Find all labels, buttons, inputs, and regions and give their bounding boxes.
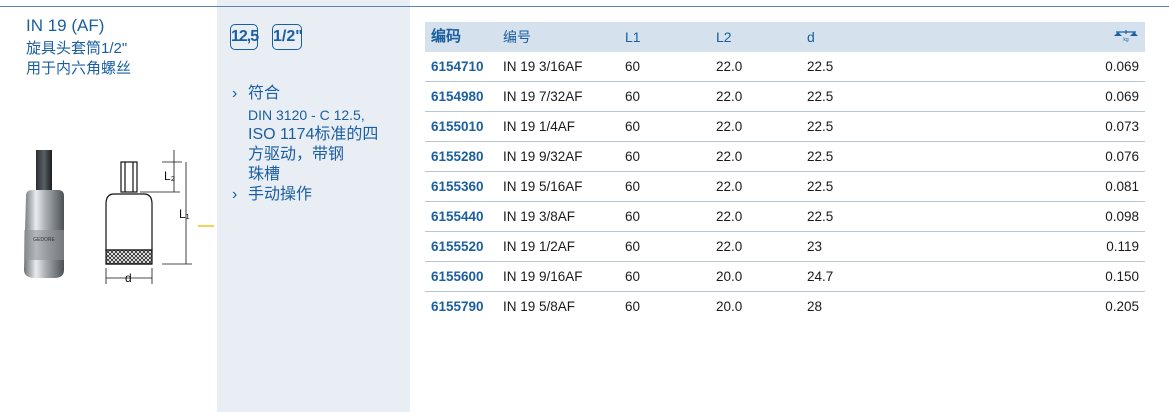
cell-name: IN 19 3/16AF [503,59,583,74]
chevron-right-icon: › [232,186,238,203]
cell-l2: 22.0 [716,239,743,254]
cell-name: IN 19 5/16AF [503,179,583,194]
cell-code: 6155520 [431,239,484,254]
cell-weight: 0.150 [1105,269,1139,284]
cell-code: 6155440 [431,209,484,224]
table-row: 6155440 IN 19 3/8AF 60 22.0 22.5 0.098 [425,202,1145,232]
cell-weight: 0.081 [1105,179,1139,194]
svg-text:GEDORE: GEDORE [33,237,55,243]
subtitle-line-2: 用于内六角螺丝 [26,60,132,77]
header-l2: L2 [716,29,732,45]
cell-weight: 0.205 [1105,299,1139,314]
cell-weight: 0.076 [1105,149,1139,164]
cell-name: IN 19 9/32AF [503,149,583,164]
cell-l1: 60 [625,149,641,164]
feature-text-line: ISO 1174标准的四 [248,126,379,143]
scale-kg-icon: kg [1113,22,1139,52]
cell-code: 6155280 [431,149,484,164]
cell-weight: 0.073 [1105,119,1139,134]
cell-l2: 22.0 [716,119,743,134]
table-row: 6155010 IN 19 1/4AF 60 22.0 22.5 0.073 [425,112,1145,142]
cell-name: IN 19 1/4AF [503,119,576,134]
cell-l1: 60 [625,119,641,134]
cell-code: 6155010 [431,119,484,134]
cell-l1: 60 [625,89,641,104]
feature-text-line: 珠槽 [248,166,281,183]
cell-d: 22.5 [807,179,834,194]
feature-text-line: DIN 3120 - C 12.5, [248,107,365,123]
cell-l2: 20.0 [716,299,743,314]
cell-l2: 22.0 [716,209,743,224]
cell-code: 6155600 [431,269,484,284]
socket-photo: GEDORE [24,150,64,278]
cell-name: IN 19 9/16AF [503,269,583,284]
cell-d: 28 [807,299,823,314]
cell-name: IN 19 5/8AF [503,299,576,314]
table-row: 6155600 IN 19 9/16AF 60 20.0 24.7 0.150 [425,262,1145,292]
cell-weight: 0.119 [1106,239,1139,254]
cell-d: 22.5 [807,119,834,134]
product-drawing: GEDORE L₂ L₁ d [24,150,214,285]
cell-weight: 0.069 [1105,59,1139,74]
table-row: 6155790 IN 19 5/8AF 60 20.0 28 0.205 [425,292,1145,322]
cell-l1: 60 [625,59,641,74]
header-d: d [807,29,815,45]
table-row: 6155520 IN 19 1/2AF 60 22.0 23 0.119 [425,232,1145,262]
cell-name: IN 19 7/32AF [503,89,583,104]
feature-text-line: 方驱动，带钢 [248,146,345,163]
cell-l2: 22.0 [716,179,743,194]
subtitle-line-1: 旋具头套筒1/2" [26,40,128,57]
cell-l2: 22.0 [716,149,743,164]
cell-d: 22.5 [807,59,834,74]
table-row: 6154980 IN 19 7/32AF 60 22.0 22.5 0.069 [425,82,1145,112]
table-row: 6154710 IN 19 3/16AF 60 22.0 22.5 0.069 [425,52,1145,82]
feature-heading: 手动操作 [248,186,313,203]
product-title: IN 19 (AF) [26,16,105,35]
cell-d: 23 [807,239,823,254]
header-code: 编码 [431,28,462,45]
chevron-right-icon: › [232,85,238,102]
feature-list: › 符合 DIN 3120 - C 12.5, ISO 1174标准的四 方驱动… [232,84,404,205]
feature-heading: 符合 [248,85,281,102]
drive-size-badge: 12,5 [230,24,259,50]
table-header: 编码 编号 L1 L2 d kg [425,22,1145,52]
dimension-label-l1: L₁ [179,207,190,221]
drive-inch-badge: 1/2" [272,24,303,50]
cell-l1: 60 [625,269,641,284]
cell-l2: 22.0 [716,89,743,104]
header-l1: L1 [625,29,641,45]
header-name: 编号 [503,29,531,45]
dimension-label-l2: L₂ [164,169,176,183]
cell-code: 6154710 [431,59,484,74]
cell-l1: 60 [625,209,641,224]
feature-item-standard: › 符合 DIN 3120 - C 12.5, ISO 1174标准的四 方驱动… [232,84,404,185]
table-body: 6154710 IN 19 3/16AF 60 22.0 22.5 0.069 615498… [425,52,1145,322]
cell-d: 22.5 [807,89,834,104]
cell-l2: 20.0 [716,269,743,284]
spec-table: 编码 编号 L1 L2 d kg 6154710 IN 19 3/16AF 60 22… [425,22,1145,322]
cell-l1: 60 [625,239,641,254]
feature-item-manual: › 手动操作 [232,185,404,205]
cell-l2: 22.0 [716,59,743,74]
table-row: 6155280 IN 19 9/32AF 60 22.0 22.5 0.076 [425,142,1145,172]
dimension-label-d: d [125,271,132,285]
cell-weight: 0.069 [1105,89,1139,104]
top-rule [0,6,1169,7]
cell-code: 6155360 [431,179,484,194]
svg-text:kg: kg [1123,37,1129,42]
cell-d: 24.7 [807,269,834,284]
cell-name: IN 19 3/8AF [503,209,576,224]
cell-d: 22.5 [807,209,834,224]
product-subtitle: 旋具头套筒1/2" 用于内六角螺丝 [26,39,131,79]
feature-panel [217,0,410,412]
cell-l1: 60 [625,299,641,314]
cell-code: 6155790 [431,299,484,314]
cell-name: IN 19 1/2AF [503,239,576,254]
cell-code: 6154980 [431,89,484,104]
cell-l1: 60 [625,179,641,194]
cell-d: 22.5 [807,149,834,164]
cell-weight: 0.098 [1105,209,1139,224]
table-row: 6155360 IN 19 5/16AF 60 22.0 22.5 0.081 [425,172,1145,202]
